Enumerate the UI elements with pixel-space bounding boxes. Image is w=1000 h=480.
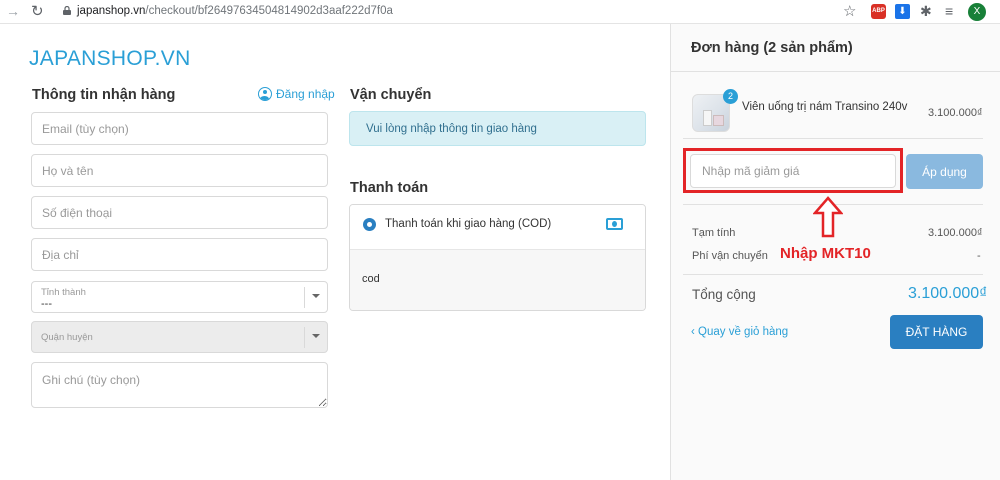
bookmark-star-icon[interactable]: ☆ xyxy=(843,2,856,20)
chevron-down-icon xyxy=(312,334,320,338)
download-extension-icon[interactable]: ⬇ xyxy=(895,4,910,19)
subtotal-value: 3.100.000₫ xyxy=(928,227,983,239)
district-label: Quận huyện xyxy=(41,332,93,343)
apply-coupon-button[interactable]: Áp dụng xyxy=(906,154,983,189)
browser-toolbar: → ↻ japanshop.vn/checkout/bf264976345048… xyxy=(0,0,1000,24)
product-bottle-shape xyxy=(703,110,712,126)
shipping-fee-label: Phí vận chuyển xyxy=(692,250,768,262)
site-logo[interactable]: JAPANSHOP.VN xyxy=(29,47,191,71)
district-select[interactable]: Quận huyện xyxy=(31,321,328,353)
select-divider xyxy=(304,327,305,348)
province-select[interactable]: Tỉnh thành --- xyxy=(31,281,328,313)
profile-avatar[interactable]: X xyxy=(968,3,986,21)
shipping-alert: Vui lòng nhập thông tin giao hàng xyxy=(349,111,646,146)
login-label: Đăng nhập xyxy=(276,87,335,101)
total-label: Tổng cộng xyxy=(692,287,756,302)
back-to-cart-link[interactable]: ‹ Quay về giỏ hàng xyxy=(691,326,788,338)
reload-icon[interactable]: ↻ xyxy=(31,2,44,20)
payment-option-label: Thanh toán khi giao hàng (COD) xyxy=(385,218,552,230)
address-field[interactable] xyxy=(31,238,328,271)
province-label: Tỉnh thành xyxy=(41,287,86,298)
lock-icon xyxy=(63,6,71,15)
annotation-highlight-box xyxy=(683,148,903,193)
product-name: Viên uống trị nám Transino 240v xyxy=(742,101,908,113)
chevron-left-icon: ‹ xyxy=(691,326,699,338)
payment-option-cod[interactable]: Thanh toán khi giao hàng (COD) xyxy=(350,205,645,250)
radio-selected[interactable] xyxy=(363,218,376,231)
forward-arrow-icon[interactable]: → xyxy=(6,3,20,19)
divider xyxy=(683,274,983,275)
login-link[interactable]: Đăng nhập xyxy=(258,87,335,101)
extensions-puzzle-icon[interactable]: ✱ xyxy=(920,3,932,20)
divider xyxy=(671,71,1000,72)
payment-option-description: cod xyxy=(350,250,645,310)
shipping-heading: Vận chuyển xyxy=(350,87,432,103)
place-order-button[interactable]: ĐẶT HÀNG xyxy=(890,315,983,349)
url-host: japanshop.vn xyxy=(77,5,146,17)
note-field[interactable] xyxy=(31,362,328,408)
media-playlist-icon[interactable]: ≡ xyxy=(945,3,953,19)
phone-field[interactable] xyxy=(31,196,328,229)
shipping-fee-value: - xyxy=(977,250,981,262)
back-to-cart-label: Quay về giỏ hàng xyxy=(698,326,789,338)
total-value: 3.100.000₫ xyxy=(908,285,988,302)
recipient-heading: Thông tin nhận hàng xyxy=(32,87,176,103)
adblock-icon[interactable]: ABP xyxy=(871,4,886,19)
order-title: Đơn hàng (2 sản phẩm) xyxy=(691,40,853,56)
quantity-badge: 2 xyxy=(723,89,738,104)
annotation-arrow-up-icon xyxy=(813,196,843,238)
url-path: /checkout/bf26497634504814902d3aaf222d7f… xyxy=(145,5,393,17)
chevron-down-icon xyxy=(312,294,320,298)
fullname-field[interactable] xyxy=(31,154,328,187)
subtotal-label: Tạm tính xyxy=(692,227,736,239)
select-divider xyxy=(304,287,305,308)
divider xyxy=(683,138,983,139)
product-box-shape xyxy=(713,115,724,126)
product-price: 3.100.000₫ xyxy=(928,107,983,119)
user-icon xyxy=(258,87,272,101)
cash-icon xyxy=(606,218,623,230)
payment-heading: Thanh toán xyxy=(350,180,429,196)
annotation-text: Nhập MKT10 xyxy=(780,245,871,262)
province-value: --- xyxy=(41,298,52,310)
payment-methods: Thanh toán khi giao hàng (COD) cod xyxy=(349,204,646,311)
address-bar[interactable]: japanshop.vn/checkout/bf2649763450481490… xyxy=(77,5,393,17)
email-field[interactable] xyxy=(31,112,328,145)
